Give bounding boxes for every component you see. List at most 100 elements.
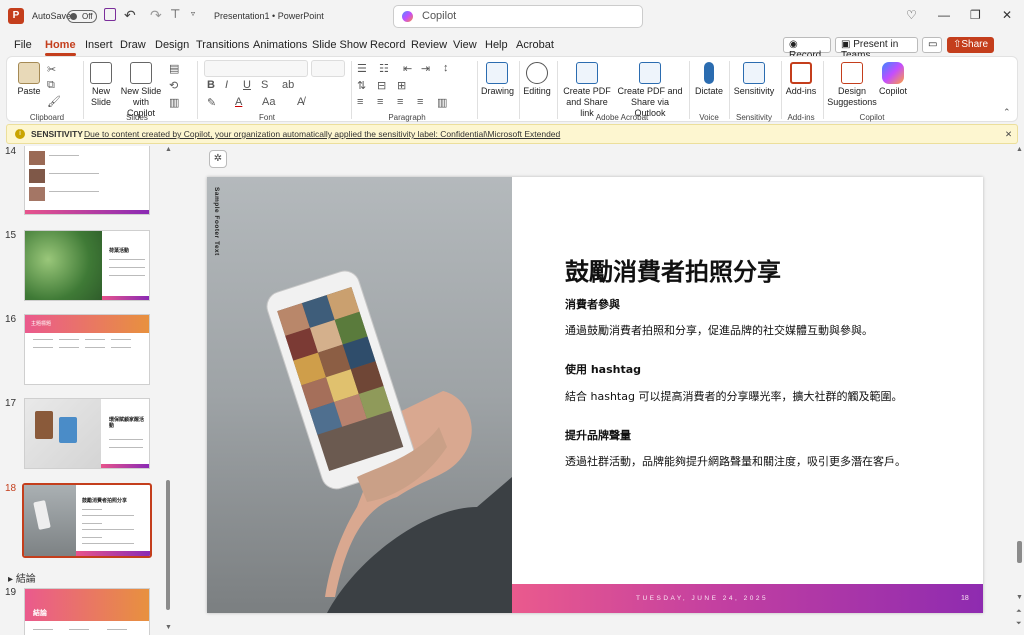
scroll-thumb[interactable] (1017, 541, 1022, 563)
slide-thumbnail-18[interactable]: 鼓勵消費者拍照分享 (22, 483, 152, 558)
slide-thumbnail-15[interactable]: 荷葉活動 (24, 230, 150, 301)
smartart-icon[interactable]: ⊞ (397, 79, 406, 92)
tab-insert[interactable]: Insert (85, 39, 113, 51)
section-label[interactable]: ▸ 結論 (8, 570, 36, 585)
create-pdf-share-button[interactable]: Create PDF and Share link (559, 62, 615, 119)
collapse-ribbon-icon[interactable]: ⌃ (1003, 107, 1011, 118)
slide-thumbnail-16[interactable]: 主題標題 (24, 314, 150, 385)
highlight-icon[interactable]: ✎ (207, 96, 216, 109)
redo-icon[interactable]: ↷ (150, 7, 162, 24)
presenter-icon[interactable]: ⊤ (170, 7, 180, 21)
scroll-down-icon[interactable]: ▼ (1016, 594, 1023, 601)
indent-decrease-icon[interactable]: ⇤ (403, 62, 412, 75)
new-slide-copilot-button[interactable]: New Slide with Copilot (118, 62, 164, 119)
tab-home[interactable]: Home (45, 39, 76, 56)
slide-thumbnail-14[interactable] (24, 146, 150, 215)
design-suggestions-button[interactable]: Design Suggestions (827, 62, 877, 108)
clear-format-icon[interactable]: A̸ (297, 96, 304, 108)
close-bar-icon[interactable]: ✕ (1005, 125, 1012, 143)
new-slide-button[interactable]: New Slide (87, 62, 115, 108)
reset-icon[interactable]: ⟲ (169, 79, 178, 92)
next-slide-icon[interactable]: ⏷ (1016, 620, 1022, 628)
tab-file[interactable]: File (14, 39, 32, 51)
drawing-button[interactable]: Drawing (481, 62, 514, 97)
record-button[interactable]: ◉ Record (783, 37, 831, 61)
editing-button[interactable]: Editing (521, 62, 553, 97)
section-body[interactable]: 通過鼓勵消費者拍照和分享，促進品牌的社交媒體互動與參與。 (565, 322, 873, 338)
thumbnail-scrollbar[interactable]: ▲ ▼ (165, 146, 172, 631)
scroll-down-icon[interactable]: ▼ (165, 624, 172, 631)
tab-acrobat[interactable]: Acrobat (516, 39, 554, 51)
justify-icon[interactable]: ≡ (417, 96, 423, 108)
maximize-icon[interactable]: ❐ (970, 8, 981, 22)
copilot-search-input[interactable]: Copilot (393, 5, 643, 28)
change-case-button[interactable]: Aa (262, 96, 275, 108)
font-family-combo[interactable] (204, 60, 308, 77)
tab-animations[interactable]: Animations (253, 39, 307, 51)
close-icon[interactable]: ✕ (1002, 8, 1012, 22)
undo-icon[interactable]: ↶ (124, 7, 136, 24)
comments-icon[interactable]: ▭ (922, 37, 942, 53)
align-center-icon[interactable]: ≡ (377, 96, 383, 108)
scroll-up-icon[interactable]: ▲ (165, 146, 172, 153)
align-right-icon[interactable]: ≡ (397, 96, 403, 108)
tab-design[interactable]: Design (155, 39, 189, 51)
columns-icon[interactable]: ▥ (437, 96, 447, 109)
prev-slide-icon[interactable]: ⏶ (1016, 608, 1022, 616)
scroll-thumb[interactable] (166, 480, 170, 610)
copy-icon[interactable]: ⧉ (47, 79, 55, 92)
line-spacing-icon[interactable]: ↕ (443, 62, 449, 74)
font-color-icon[interactable]: A (235, 96, 242, 108)
format-painter-icon[interactable]: 🖌 (47, 95, 61, 108)
text-direction-icon[interactable]: ⇅ (357, 79, 366, 92)
tab-review[interactable]: Review (411, 39, 447, 51)
numbering-icon[interactable]: ☷ (379, 62, 389, 75)
bold-button[interactable]: B (207, 79, 215, 91)
section-heading[interactable]: 提升品牌聲量 (565, 427, 631, 443)
align-left-icon[interactable]: ≡ (357, 96, 363, 108)
tab-record[interactable]: Record (370, 39, 405, 51)
section-body[interactable]: 結合 hashtag 可以提高消費者的分享曝光率，擴大社群的觸及範圍。 (565, 388, 902, 404)
underline-button[interactable]: U (243, 79, 251, 91)
paste-button[interactable]: Paste (15, 62, 43, 97)
sensitivity-button[interactable]: Sensitivity (733, 62, 775, 97)
tab-help[interactable]: Help (485, 39, 508, 51)
slide-thumbnail-19[interactable]: 結論 (24, 588, 150, 635)
copilot-float-icon[interactable]: ✲ (209, 150, 227, 168)
align-text-icon[interactable]: ⊟ (377, 79, 386, 92)
italic-button[interactable]: I (225, 79, 228, 91)
minimize-icon[interactable]: — (938, 8, 950, 22)
save-icon[interactable] (104, 8, 116, 21)
slide-scrollbar[interactable]: ▲ ▼ ⏶ ⏷ (1015, 146, 1024, 635)
tab-view[interactable]: View (453, 39, 477, 51)
section-icon[interactable]: ▥ (169, 96, 179, 109)
title-bar: P AutoSave Off ↶ ↷ ⊤ ▿ Presentation1 • P… (0, 0, 1024, 33)
scroll-up-icon[interactable]: ▲ (1016, 146, 1023, 153)
slide-canvas[interactable]: Sample Footer Text 鼓勵消費者拍照分享 消費者參與 通過鼓勵消… (207, 177, 983, 613)
slide-thumbnail-17[interactable]: 環保賦顧家醒活動 (24, 398, 150, 469)
dictate-button[interactable]: Dictate (693, 62, 725, 97)
font-size-combo[interactable] (311, 60, 345, 77)
share-button[interactable]: ⇧Share (947, 37, 994, 53)
indent-increase-icon[interactable]: ⇥ (421, 62, 430, 75)
addins-button[interactable]: Add-ins (785, 62, 817, 97)
tab-transitions[interactable]: Transitions (196, 39, 249, 51)
lightbulb-icon[interactable]: ♡ (906, 8, 917, 22)
layout-icon[interactable]: ▤ (169, 62, 179, 75)
tab-draw[interactable]: Draw (120, 39, 146, 51)
section-heading[interactable]: 消費者參與 (565, 296, 620, 312)
copilot-button[interactable]: Copilot (877, 62, 909, 97)
strikethrough-button[interactable]: S (261, 79, 268, 91)
tab-slide-show[interactable]: Slide Show (312, 39, 367, 51)
section-body[interactable]: 透過社群活動，品牌能夠提升網路聲量和關注度，吸引更多潛在客戶。 (565, 453, 906, 469)
sensitivity-message-link[interactable]: Due to content created by Copilot, your … (84, 125, 560, 143)
customize-qat-icon[interactable]: ▿ (191, 9, 195, 18)
present-in-teams-button[interactable]: ▣ Present in Teams (835, 37, 918, 61)
autosave-toggle[interactable]: Off (67, 10, 97, 23)
cut-icon[interactable]: ✂ (47, 63, 56, 76)
section-heading[interactable]: 使用 hashtag (565, 361, 641, 377)
bullets-icon[interactable]: ☰ (357, 62, 367, 75)
create-pdf-outlook-button[interactable]: Create PDF and Share via Outlook (617, 62, 683, 119)
char-spacing-icon[interactable]: ab (282, 79, 294, 91)
slide-title[interactable]: 鼓勵消費者拍照分享 (565, 252, 781, 287)
